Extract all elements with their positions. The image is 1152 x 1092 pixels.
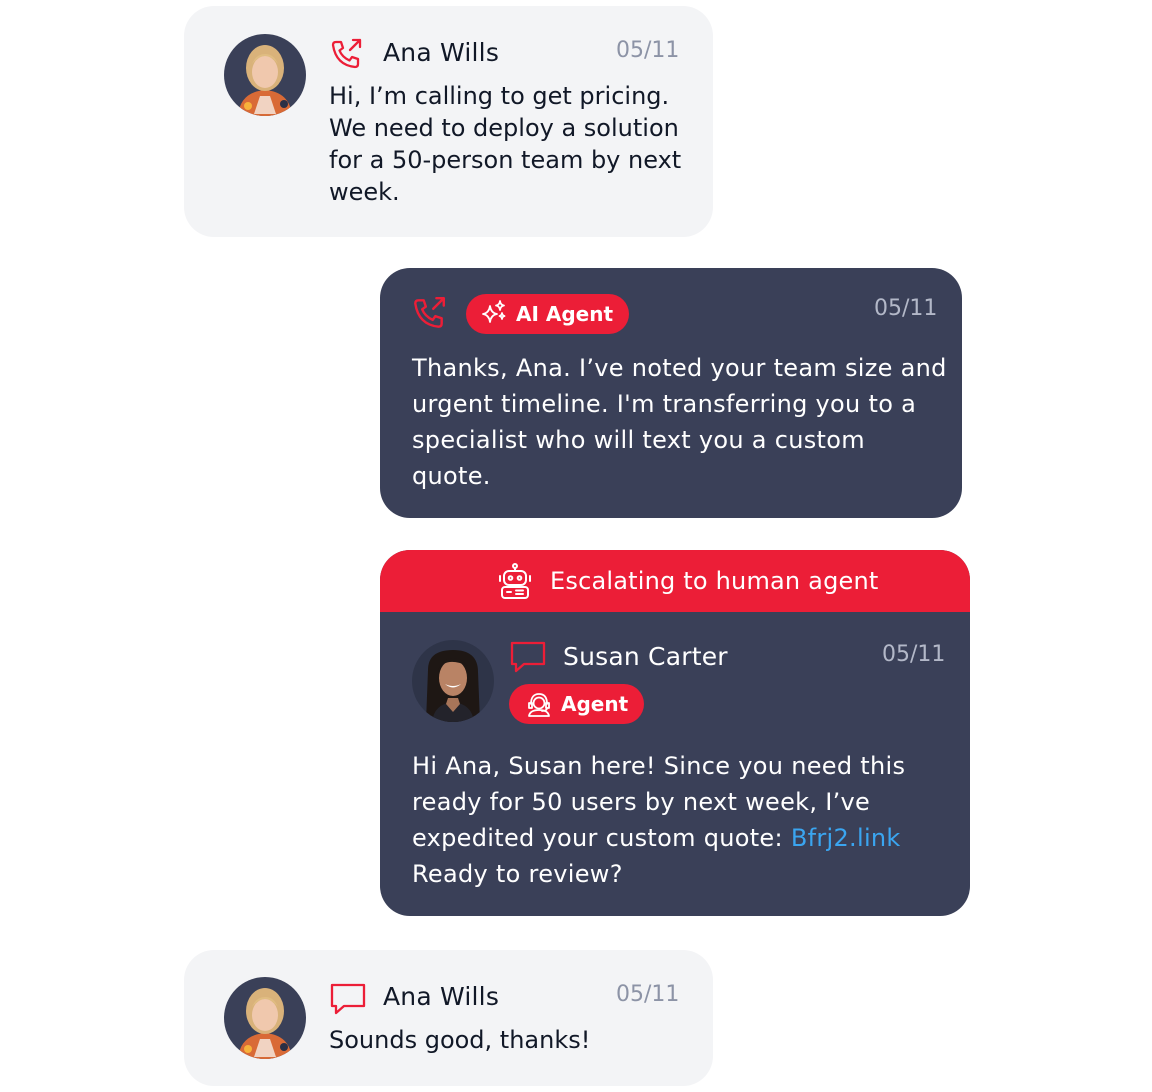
phone-outgoing-icon [410,294,448,336]
message-card-escalation: Escalating to human agent Susan Carter 0… [380,550,970,916]
chat-bubble-icon [328,980,368,1022]
message-line: Thanks, Ana. I’ve noted your team size a… [412,354,947,382]
message-line: specialist who will text you a custom [412,426,865,454]
sender-name: Ana Wills [383,38,500,67]
message-line: ready for 50 users by next week, I’ve [412,788,871,816]
message-date: 05/11 [874,296,938,321]
robot-icon [496,562,534,600]
headset-agent-icon [525,690,553,718]
agent-badge: Agent [509,684,645,724]
phone-outgoing-icon [328,36,364,76]
badge-label: Agent [561,692,629,716]
message-date: 05/11 [616,38,680,63]
message-text: Hi, I’m calling to get pricing. We need … [329,80,681,208]
message-text: Thanks, Ana. I’ve noted your team size a… [412,350,947,494]
message-line: for a 50-person team by next [329,146,682,174]
message-line: quote. [412,462,491,490]
sender-name: Ana Wills [383,982,500,1011]
sender-name: Susan Carter [563,642,728,671]
message-line: We need to deploy a solution [329,114,679,142]
message-line: Ready to review? [412,860,623,888]
message-line-text: expedited your custom quote: [412,824,791,852]
message-text: Hi Ana, Susan here! Since you need this … [412,748,905,892]
sparkles-icon [480,298,508,331]
message-line: Hi Ana, Susan here! Since you need this [412,752,906,780]
quote-link[interactable]: Bfrj2.link [791,824,901,852]
avatar-ana-wills [224,34,306,116]
message-line: urgent timeline. I'm transferring you to… [412,390,917,418]
escalation-banner: Escalating to human agent [380,550,970,612]
message-card-ai-agent: AI Agent 05/11 Thanks, Ana. I’ve noted y… [380,268,962,518]
chat-bubble-icon [508,638,548,680]
message-card-ana-call: Ana Wills 05/11 Hi, I’m calling to get p… [184,6,713,237]
avatar-susan-carter [412,640,494,722]
message-line: Hi, I’m calling to get pricing. [329,82,670,110]
message-line: expedited your custom quote: Bfrj2.link [412,820,905,856]
message-text: Sounds good, thanks! [329,1026,591,1054]
ai-agent-badge: AI Agent [466,294,630,334]
message-date: 05/11 [882,642,946,667]
message-card-ana-text: Ana Wills 05/11 Sounds good, thanks! [184,950,713,1086]
avatar-ana-wills [224,977,306,1059]
message-date: 05/11 [616,982,680,1007]
message-line: week. [329,178,400,206]
badge-label: AI Agent [516,302,614,326]
escalation-label: Escalating to human agent [550,567,879,595]
